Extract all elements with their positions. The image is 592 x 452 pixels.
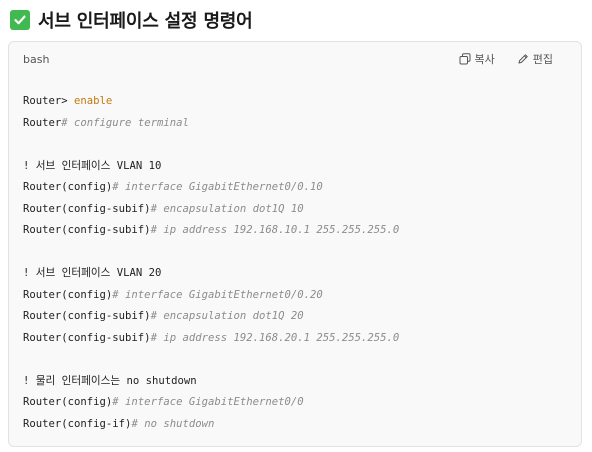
code-command: # interface GigabitEthernet0/0.10 [112,181,323,193]
code-line: Router# configure terminal [23,113,571,135]
code-line: ! 물리 인터페이스는 no shutdown [23,371,571,393]
code-line: Router(config-subif)# ip address 192.168… [23,328,571,350]
code-line: ! 서브 인터페이스 VLAN 20 [23,263,571,285]
code-line: Router(config-subif)# ip address 192.168… [23,220,571,242]
section-heading: 서브 인터페이스 설정 명령어 [10,8,253,32]
code-line: Router(config-subif)# encapsulation dot1… [23,199,571,221]
code-command: # no shutdown [131,417,215,430]
pencil-icon [517,53,529,65]
code-block: bash 복사 편집 Router> enable Router# config… [8,41,582,447]
code-command: # configure terminal [61,116,189,129]
code-content: Router> enable Router# configure terminal… [23,91,571,435]
code-prompt: Router(config) [23,181,113,193]
code-command: # ip address 192.168.10.1 255.255.255.0 [150,224,400,236]
code-comment: ! 서브 인터페이스 VLAN 10 [23,159,162,172]
code-prompt: Router(config-subif) [23,310,151,322]
code-command: # interface GigabitEthernet0/0.20 [112,288,323,301]
code-line: Router(config-subif)# encapsulation dot1… [23,306,571,328]
code-line: Router> enable [23,91,571,113]
code-prompt: Router(config-subif) [23,224,151,236]
edit-button-label: 편집 [532,53,553,66]
code-block-header: bash 복사 편집 [9,42,581,76]
code-prompt: Router> [23,95,68,107]
code-line: Router(config-if)# no shutdown [23,414,571,436]
code-command: # encapsulation dot1Q 20 [150,310,304,322]
code-command: # interface GigabitEthernet0/0 [112,396,304,408]
code-prompt: Router(config-subif) [23,331,151,344]
code-prompt: Router(config) [23,288,113,301]
code-prompt: Router(config-if) [23,417,132,430]
code-prompt: Router [23,116,62,129]
code-command: # ip address 192.168.20.1 255.255.255.0 [150,331,400,344]
code-command: # encapsulation dot1Q 10 [150,202,304,215]
code-line: Router(config)# interface GigabitEtherne… [23,285,571,307]
code-block-actions: 복사 편집 [459,51,553,67]
code-prompt: Router(config) [23,396,113,408]
code-comment: ! 물리 인터페이스는 no shutdown [23,374,197,387]
code-comment: ! 서브 인터페이스 VLAN 20 [23,267,162,279]
language-label: bash [23,53,50,66]
copy-icon [459,53,471,65]
copy-button-label: 복사 [474,53,495,66]
copy-button[interactable]: 복사 [459,51,495,67]
check-mark-icon [10,10,30,30]
code-line: Router(config)# interface GigabitEtherne… [23,177,571,199]
code-line: Router(config)# interface GigabitEtherne… [23,392,571,414]
code-prompt: Router(config-subif) [23,202,151,215]
code-line: ! 서브 인터페이스 VLAN 10 [23,156,571,178]
edit-button[interactable]: 편집 [517,51,553,67]
section-title: 서브 인터페이스 설정 명령어 [38,11,253,32]
code-keyword: enable [74,95,113,107]
